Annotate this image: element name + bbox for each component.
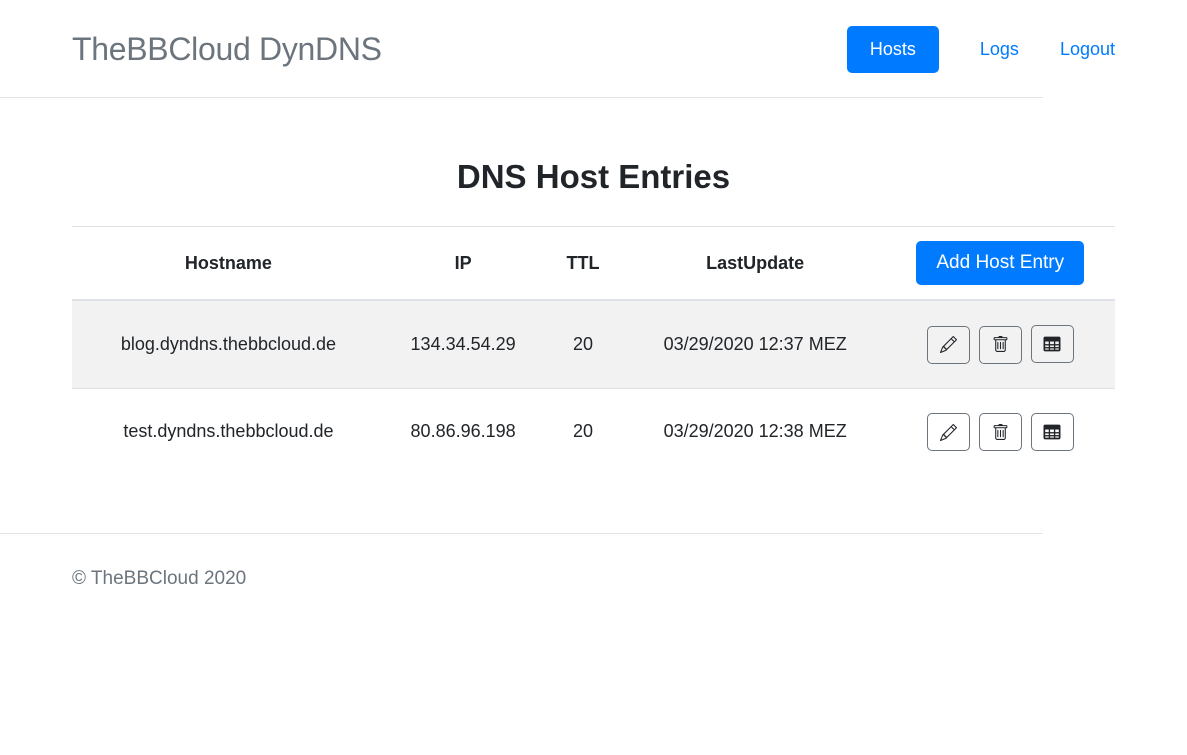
nav-logs-link[interactable]: Logs bbox=[980, 31, 1019, 68]
pencil-icon bbox=[940, 336, 957, 353]
column-header-ip: IP bbox=[385, 227, 541, 301]
cell-lastupdate: 03/29/2020 12:38 MEZ bbox=[625, 388, 886, 475]
delete-host-button[interactable] bbox=[979, 326, 1022, 364]
cell-hostname: test.dyndns.thebbcloud.de bbox=[72, 388, 385, 475]
main-content: DNS Host Entries Hostname IP TTL LastUpd… bbox=[72, 158, 1115, 533]
pencil-icon bbox=[940, 424, 957, 441]
cell-hostname: blog.dyndns.thebbcloud.de bbox=[72, 300, 385, 388]
header-divider bbox=[0, 97, 1043, 98]
add-host-entry-button[interactable]: Add Host Entry bbox=[916, 241, 1084, 285]
main-nav: Hosts Logs Logout bbox=[847, 26, 1115, 73]
delete-host-button[interactable] bbox=[979, 413, 1022, 451]
table-icon bbox=[1043, 423, 1061, 441]
edit-host-button[interactable] bbox=[927, 413, 970, 451]
nav-hosts-button[interactable]: Hosts bbox=[847, 26, 939, 73]
cell-ip: 134.34.54.29 bbox=[385, 300, 541, 388]
app-brand[interactable]: TheBBCloud DynDNS bbox=[72, 31, 382, 68]
column-header-ttl: TTL bbox=[541, 227, 624, 301]
table-row: test.dyndns.thebbcloud.de 80.86.96.198 2… bbox=[72, 388, 1115, 475]
page-title: DNS Host Entries bbox=[72, 158, 1115, 196]
cell-actions bbox=[886, 300, 1115, 388]
details-host-button[interactable] bbox=[1031, 325, 1074, 363]
table-body: blog.dyndns.thebbcloud.de 134.34.54.29 2… bbox=[72, 300, 1115, 475]
cell-lastupdate: 03/29/2020 12:37 MEZ bbox=[625, 300, 886, 388]
table-head: Hostname IP TTL LastUpdate Add Host Entr… bbox=[72, 227, 1115, 301]
header: TheBBCloud DynDNS Hosts Logs Logout bbox=[72, 0, 1115, 97]
table-row: blog.dyndns.thebbcloud.de 134.34.54.29 2… bbox=[72, 300, 1115, 388]
copyright-text: © TheBBCloud 2020 bbox=[72, 534, 1115, 590]
cell-actions bbox=[886, 388, 1115, 475]
details-host-button[interactable] bbox=[1031, 413, 1074, 451]
dns-host-entries-table: Hostname IP TTL LastUpdate Add Host Entr… bbox=[72, 226, 1115, 475]
column-header-hostname: Hostname bbox=[72, 227, 385, 301]
cell-ttl: 20 bbox=[541, 388, 624, 475]
footer: © TheBBCloud 2020 bbox=[72, 534, 1115, 590]
edit-host-button[interactable] bbox=[927, 326, 970, 364]
cell-ttl: 20 bbox=[541, 300, 624, 388]
navbar: TheBBCloud DynDNS Hosts Logs Logout bbox=[72, 0, 1115, 97]
table-icon bbox=[1043, 335, 1061, 353]
nav-logout-link[interactable]: Logout bbox=[1060, 31, 1115, 68]
cell-ip: 80.86.96.198 bbox=[385, 388, 541, 475]
spacer bbox=[72, 475, 1115, 533]
trash-icon bbox=[992, 424, 1009, 441]
trash-icon bbox=[992, 336, 1009, 353]
column-header-actions: Add Host Entry bbox=[886, 227, 1115, 301]
column-header-lastupdate: LastUpdate bbox=[625, 227, 886, 301]
table-header-row: Hostname IP TTL LastUpdate Add Host Entr… bbox=[72, 227, 1115, 301]
